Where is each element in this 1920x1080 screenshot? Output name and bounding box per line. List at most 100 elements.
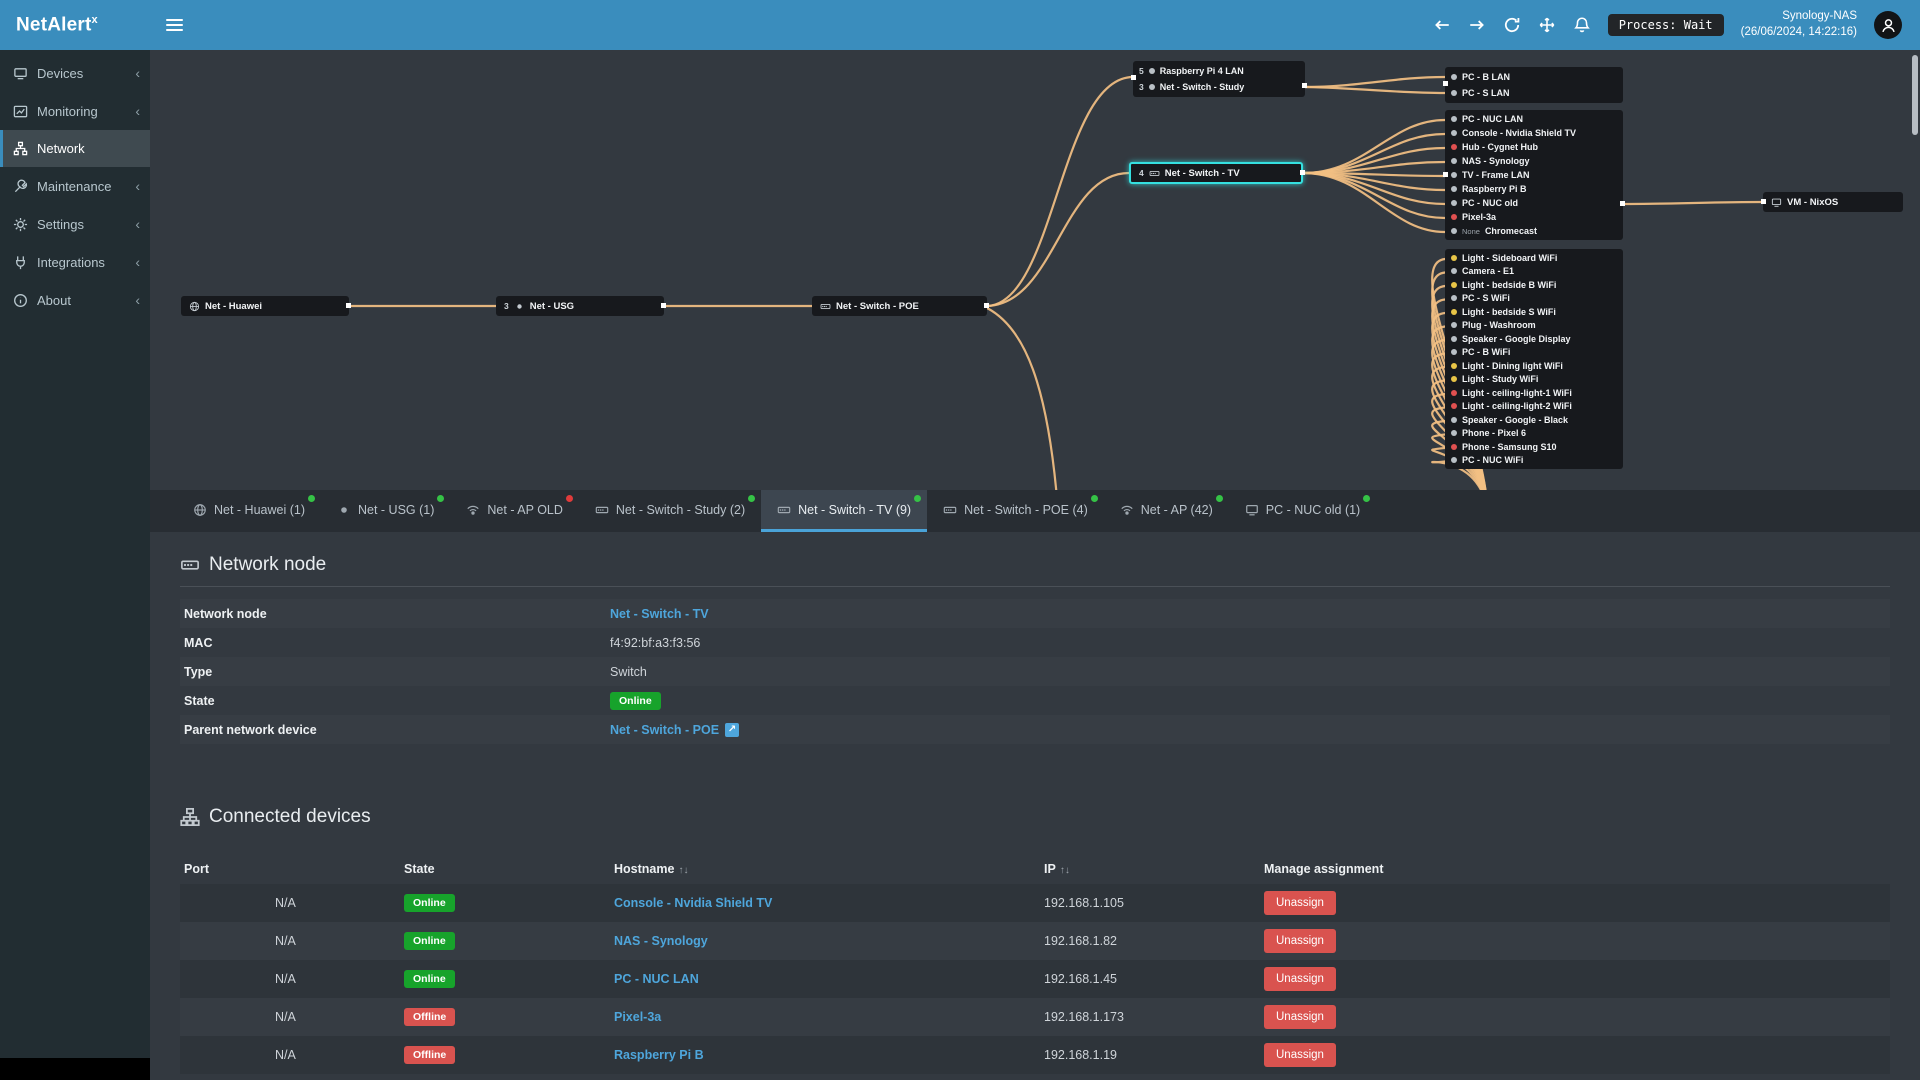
diagram-device-row[interactable]: Hub - Cygnet Hub: [1451, 140, 1617, 154]
info-row-mac: MAC f4:92:bf:a3:f3:56: [184, 635, 701, 650]
tab-net-huawei[interactable]: Net - Huawei (1): [177, 490, 321, 532]
switch-icon: [595, 503, 609, 517]
tab-net-usg[interactable]: Net - USG (1): [321, 490, 450, 532]
diagram-device-row[interactable]: Phone - Pixel 6: [1451, 427, 1617, 441]
diagram-device-row[interactable]: Plug - Washroom: [1451, 319, 1617, 333]
sidebar-toggle-icon[interactable]: [150, 19, 198, 31]
notifications-bell-icon[interactable]: [1573, 16, 1591, 34]
diagram-device-row[interactable]: PC - NUC LAN: [1451, 112, 1617, 126]
diagram-device-row[interactable]: Raspberry Pi B: [1451, 182, 1617, 196]
sidebar-item-about[interactable]: About ‹: [0, 281, 150, 319]
sort-icon[interactable]: ↑↓: [1060, 865, 1070, 876]
diagram-device-row[interactable]: Pixel-3a: [1451, 210, 1617, 224]
unassign-button[interactable]: Unassign: [1264, 929, 1336, 953]
top-navbar: NetAlertx Process: Wait Synology-NAS (26…: [0, 0, 1920, 50]
parent-node-link[interactable]: Net - Switch - POE: [610, 723, 719, 737]
hostname-link[interactable]: Console - Nvidia Shield TV: [614, 896, 772, 910]
unassign-button[interactable]: Unassign: [1264, 1043, 1336, 1067]
diagram-device-row[interactable]: PC - NUC WiFi: [1451, 454, 1617, 468]
diagram-device-row[interactable]: 5 Raspberry Pi 4 LAN: [1139, 63, 1299, 79]
device-icon: [1451, 295, 1457, 302]
col-manage: Manage assignment: [1264, 862, 1384, 876]
diagram-device-row[interactable]: None Chromecast: [1451, 224, 1617, 238]
unassign-button[interactable]: Unassign: [1264, 967, 1336, 991]
forward-icon[interactable]: [1468, 16, 1486, 34]
diagram-device-row[interactable]: 3 Net - Switch - Study: [1139, 79, 1299, 95]
diagram-device-row[interactable]: PC - S LAN: [1451, 85, 1617, 101]
diagram-device-row[interactable]: Console - Nvidia Shield TV: [1451, 126, 1617, 140]
network-icon: [13, 141, 28, 156]
diagram-device-row[interactable]: Camera - E1: [1451, 265, 1617, 279]
tab-net-switch-tv[interactable]: Net - Switch - TV (9): [761, 490, 928, 532]
scrollbar[interactable]: [1912, 55, 1918, 135]
device-icon: [1148, 68, 1155, 74]
sidebar-item-network[interactable]: Network: [0, 130, 150, 167]
diagram-device-row[interactable]: TV - Frame LAN: [1451, 168, 1617, 182]
connector-port: [1443, 172, 1448, 177]
unassign-button[interactable]: Unassign: [1264, 1005, 1336, 1029]
diagram-node-vm-nixos[interactable]: VM - NixOS: [1761, 192, 1903, 212]
router-icon: [337, 503, 351, 517]
switch-icon: [777, 503, 791, 517]
diagram-node-net-switch-tv-selected[interactable]: 4 Net - Switch - TV: [1129, 162, 1305, 184]
diagram-group-wifi-devices[interactable]: Light - Sideboard WiFi Camera - E1 Light…: [1445, 249, 1623, 469]
tab-net-switch-poe[interactable]: Net - Switch - POE (4): [927, 490, 1104, 532]
tab-net-switch-study[interactable]: Net - Switch - Study (2): [579, 490, 761, 532]
diagram-device-row[interactable]: PC - S WiFi: [1451, 292, 1617, 306]
tab-net-ap-old[interactable]: Net - AP OLD: [450, 490, 579, 532]
diagram-device-row[interactable]: Light - Study WiFi: [1451, 373, 1617, 387]
hostname-link[interactable]: NAS - Synology: [614, 934, 708, 948]
diagram-device-row[interactable]: PC - B LAN: [1451, 69, 1617, 85]
hostname-link[interactable]: Raspberry Pi B: [614, 1048, 704, 1062]
status-dot: [1363, 495, 1371, 502]
sidebar-item-monitoring[interactable]: Monitoring ‹: [0, 92, 150, 130]
sidebar-item-integrations[interactable]: Integrations ‹: [0, 243, 150, 281]
diagram-device-row[interactable]: Speaker - Google - Black: [1451, 413, 1617, 427]
process-status-badge: Process: Wait: [1607, 14, 1724, 36]
external-link-icon[interactable]: ↗: [725, 722, 740, 737]
sidebar-item-maintenance[interactable]: Maintenance ‹: [0, 167, 150, 205]
diagram-node-net-usg[interactable]: 3 Net - USG: [496, 296, 666, 316]
diagram-group-lan-pcs[interactable]: PC - B LAN PC - S LAN: [1443, 67, 1623, 103]
status-dot: [565, 495, 573, 502]
hostname-link[interactable]: PC - NUC LAN: [614, 972, 699, 986]
user-avatar[interactable]: [1874, 11, 1902, 39]
diagram-node-net-switch-poe[interactable]: Net - Switch - POE: [812, 296, 989, 316]
sidebar-item-devices[interactable]: Devices ‹: [0, 54, 150, 92]
device-icon: [1451, 172, 1457, 178]
diagram-device-row[interactable]: Phone - Samsung S10: [1451, 440, 1617, 454]
hostname-link[interactable]: Pixel-3a: [614, 1010, 661, 1024]
app-logo[interactable]: NetAlertx: [0, 14, 150, 36]
diagram-device-row[interactable]: PC - NUC old: [1451, 196, 1617, 210]
tab-net-ap[interactable]: Net - AP (42): [1104, 490, 1229, 532]
diagram-device-row[interactable]: Light - bedside S WiFi: [1451, 305, 1617, 319]
device-icon: [1451, 214, 1457, 220]
move-icon[interactable]: [1538, 16, 1556, 34]
table-header-row: Port State Hostname ↑↓ IP ↑↓ Manage assign…: [180, 854, 1890, 884]
col-hostname[interactable]: Hostname ↑↓: [610, 854, 1040, 884]
network-topology-diagram[interactable]: Net - Huawei 3 Net - USG Net - Switch - …: [150, 50, 1920, 490]
unassign-button[interactable]: Unassign: [1264, 891, 1336, 915]
refresh-icon[interactable]: [1503, 16, 1521, 34]
diagram-group-study[interactable]: 5 Raspberry Pi 4 LAN 3 Net - Switch - St…: [1131, 61, 1307, 97]
switch-icon: [180, 555, 200, 575]
diagram-device-row[interactable]: Light - ceiling-light-2 WiFi: [1451, 400, 1617, 414]
sidebar-item-settings[interactable]: Settings ‹: [0, 205, 150, 243]
tab-pc-nuc-old[interactable]: PC - NUC old (1): [1229, 490, 1376, 532]
sort-icon[interactable]: ↑↓: [678, 865, 688, 876]
device-icon: [1451, 457, 1457, 464]
diagram-device-row[interactable]: Light - ceiling-light-1 WiFi: [1451, 386, 1617, 400]
diagram-device-row[interactable]: NAS - Synology: [1451, 154, 1617, 168]
diagram-device-row[interactable]: Light - bedside B WiFi: [1451, 278, 1617, 292]
state-badge: Online: [404, 894, 455, 912]
diagram-device-row[interactable]: PC - B WiFi: [1451, 346, 1617, 360]
device-icon: [1451, 116, 1457, 122]
back-icon[interactable]: [1433, 16, 1451, 34]
diagram-device-row[interactable]: Speaker - Google Display: [1451, 332, 1617, 346]
diagram-group-switch-tv-devices[interactable]: PC - NUC LAN Console - Nvidia Shield TV …: [1443, 110, 1625, 240]
diagram-device-row[interactable]: Light - Dining light WiFi: [1451, 359, 1617, 373]
node-link[interactable]: Net - Switch - TV: [610, 607, 709, 621]
diagram-node-net-huawei[interactable]: Net - Huawei: [181, 296, 351, 316]
diagram-device-row[interactable]: Light - Sideboard WiFi: [1451, 251, 1617, 265]
col-ip[interactable]: IP ↑↓: [1040, 854, 1260, 884]
